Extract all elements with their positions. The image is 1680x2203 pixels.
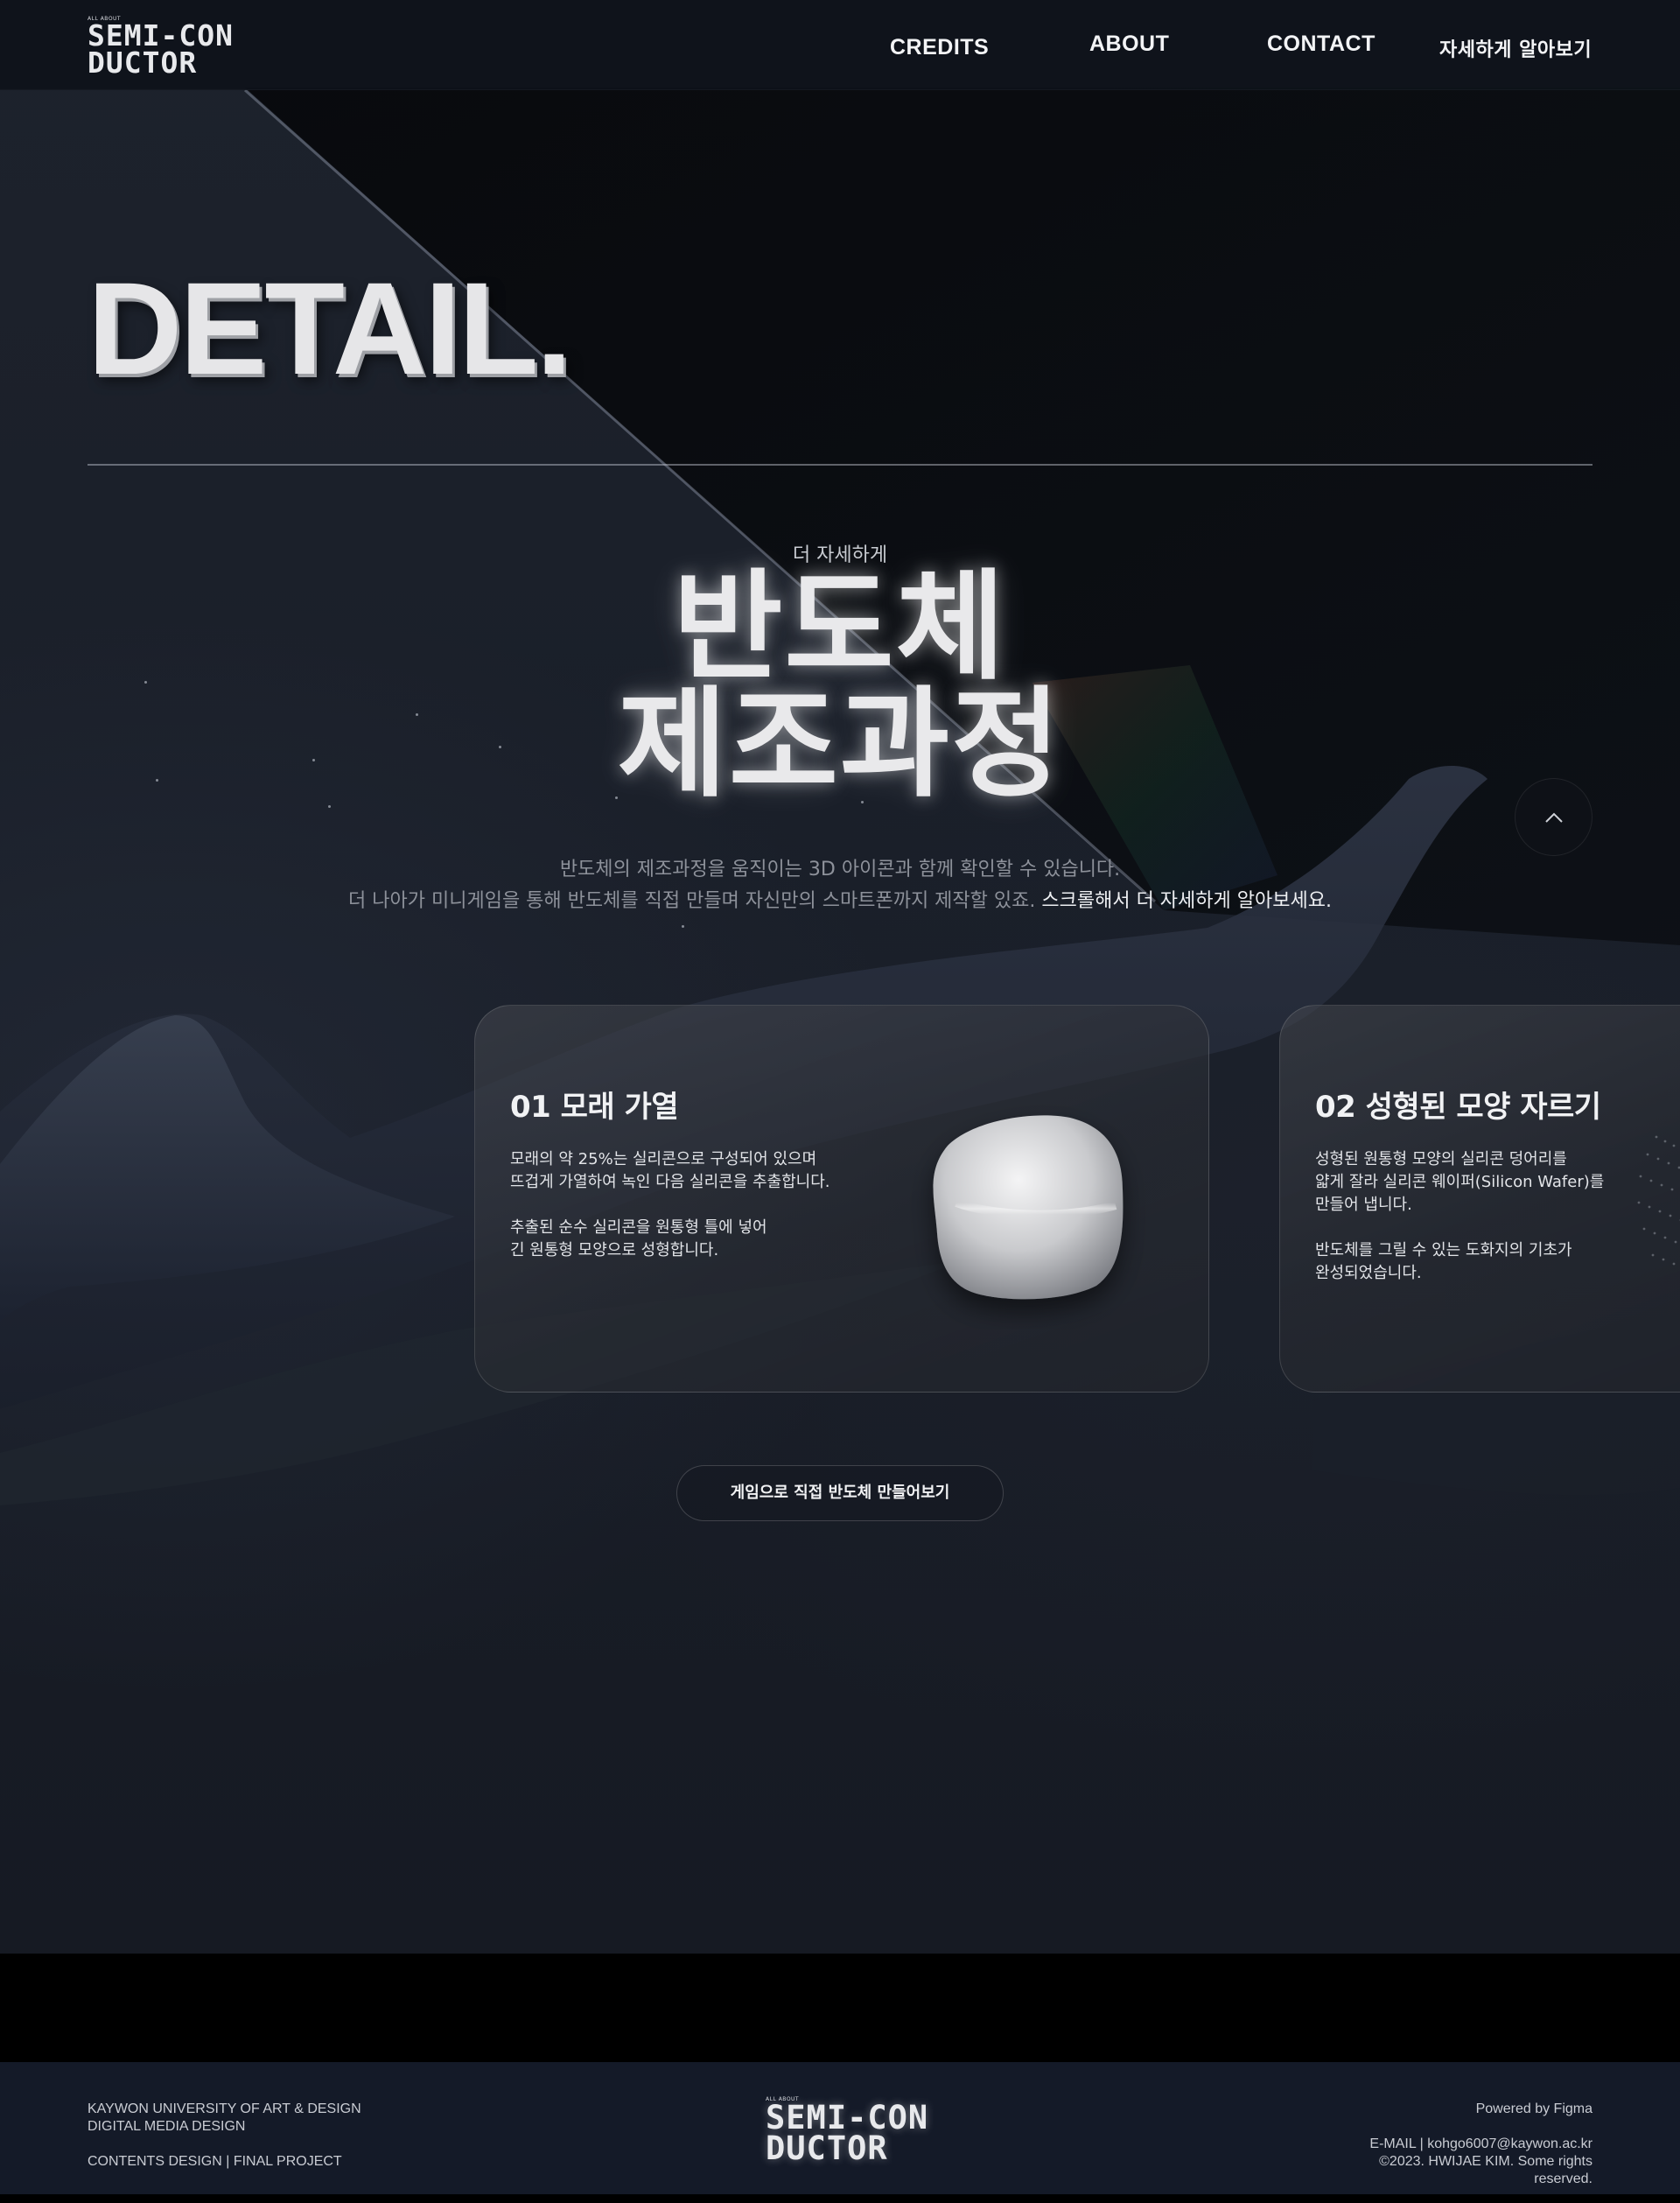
- card-text-line: 추출된 순수 실리콘을 원통형 틀에 넣어: [510, 1218, 767, 1237]
- footer-logo[interactable]: ALL ABOUT SEMI-CON DUCTOR: [766, 2096, 928, 2164]
- logo-line-2: DUCTOR: [88, 46, 198, 81]
- card-text-1: 성형된 원통형 모양의 실리콘 덩어리를 얇게 잘라 실리콘 웨이퍼(Silic…: [1315, 1148, 1604, 1217]
- process-card-2: 02 성형된 모양 자르기 성형된 원통형 모양의 실리콘 덩어리를 얇게 잘라…: [1279, 1005, 1680, 1393]
- footer-email[interactable]: E-MAIL | kohgo6007@kaywon.ac.kr: [1312, 2136, 1592, 2153]
- section-description: 반도체의 제조과정을 움직이는 3D 아이콘과 함께 확인할 수 있습니다. 더…: [0, 854, 1680, 917]
- card-text-line: 얇게 잘라 실리콘 웨이퍼(Silicon Wafer)를: [1315, 1173, 1605, 1191]
- footer-powered-by: Powered by Figma: [1475, 2101, 1592, 2116]
- card-text-line: 뜨겁게 가열하여 녹인 다음 실리콘을 추출합니다.: [510, 1173, 830, 1191]
- site-header: ALL ABOUT SEMI-CON DUCTOR CREDITS ABOUT …: [0, 0, 1680, 90]
- nav-detail[interactable]: 자세하게 알아보기: [1439, 34, 1592, 62]
- card-text-line: 모래의 약 25%는 실리콘으로 구성되어 있으며: [510, 1150, 817, 1168]
- description-line-2: 더 나아가 미니게임을 통해 반도체를 직접 만들며 자신만의 스마트폰까지 제…: [0, 886, 1680, 917]
- card-text-line: 만들어 냅니다.: [1315, 1196, 1412, 1214]
- card-text-line: 긴 원통형 모양으로 성형합니다.: [510, 1241, 719, 1259]
- logo-line-2: DUCTOR: [766, 2129, 888, 2168]
- play-game-button[interactable]: 게임으로 직접 반도체 만들어보기: [676, 1465, 1004, 1521]
- footer-school-info: KAYWON UNIVERSITY OF ART & DESIGN DIGITA…: [88, 2101, 361, 2171]
- chevron-up-icon: [1544, 812, 1563, 823]
- footer-contact-info: Powered by Figma E-MAIL | kohgo6007@kayw…: [1312, 2101, 1592, 2188]
- card-text-2: 추출된 순수 실리콘을 원통형 틀에 넣어 긴 원통형 모양으로 성형합니다.: [510, 1217, 767, 1262]
- footer-copyright-2: reserved.: [1534, 2171, 1592, 2186]
- section-title-line-2: 제조과정: [617, 676, 1063, 814]
- scroll-to-top-button[interactable]: [1515, 778, 1592, 856]
- header-logo[interactable]: ALL ABOUT SEMI-CON DUCTOR: [88, 16, 234, 81]
- description-highlight: 스크롤해서 더 자세하게 알아보세요.: [1041, 890, 1332, 912]
- nav-about[interactable]: ABOUT: [1089, 32, 1169, 57]
- card-title: 01 모래 가열: [510, 1090, 679, 1125]
- description-line-2-text: 더 나아가 미니게임을 통해 반도체를 직접 만들며 자신만의 스마트폰까지 제…: [348, 890, 1036, 912]
- card-text-line: 성형된 원통형 모양의 실리콘 덩어리를: [1315, 1150, 1567, 1168]
- card-title: 02 성형된 모양 자르기: [1315, 1090, 1601, 1125]
- footer-bottom-strip: [0, 2194, 1680, 2203]
- footer-school: KAYWON UNIVERSITY OF ART & DESIGN: [88, 2101, 361, 2116]
- site-footer: KAYWON UNIVERSITY OF ART & DESIGN DIGITA…: [0, 2062, 1680, 2194]
- section-title: 반도체 제조과정: [0, 558, 1680, 814]
- section-title-line-1: 반도체: [673, 558, 1007, 697]
- title-divider: [88, 464, 1592, 466]
- logo-line-1: SEMI-CON: [766, 2099, 929, 2136]
- card-text-1: 모래의 약 25%는 실리콘으로 구성되어 있으며 뜨겁게 가열하여 녹인 다음…: [510, 1148, 830, 1194]
- description-line-1: 반도체의 제조과정을 움직이는 3D 아이콘과 함께 확인할 수 있습니다.: [559, 859, 1121, 880]
- card-text-line: 반도체를 그릴 수 있는 도화지의 기초가: [1315, 1241, 1572, 1259]
- footer-project: CONTENTS DESIGN | FINAL PROJECT: [88, 2154, 342, 2169]
- page-title: DETAIL.: [88, 255, 572, 402]
- process-card-1: 01 모래 가열 모래의 약 25%는 실리콘으로 구성되어 있으며 뜨겁게 가…: [474, 1005, 1209, 1393]
- silicon-blob-3d-icon: [933, 1115, 1124, 1300]
- footer-copyright: ©2023. HWIJAE KIM. Some rights: [1379, 2154, 1592, 2169]
- wafer-dots-icon: [1637, 1135, 1680, 1266]
- footer-department: DIGITAL MEDIA DESIGN: [88, 2119, 246, 2134]
- card-text-2: 반도체를 그릴 수 있는 도화지의 기초가 완성되었습니다.: [1315, 1239, 1572, 1285]
- card-text-line: 완성되었습니다.: [1315, 1264, 1422, 1282]
- section-separator: [0, 1954, 1680, 2062]
- nav-credits[interactable]: CREDITS: [890, 35, 989, 60]
- nav-contact[interactable]: CONTACT: [1267, 32, 1376, 57]
